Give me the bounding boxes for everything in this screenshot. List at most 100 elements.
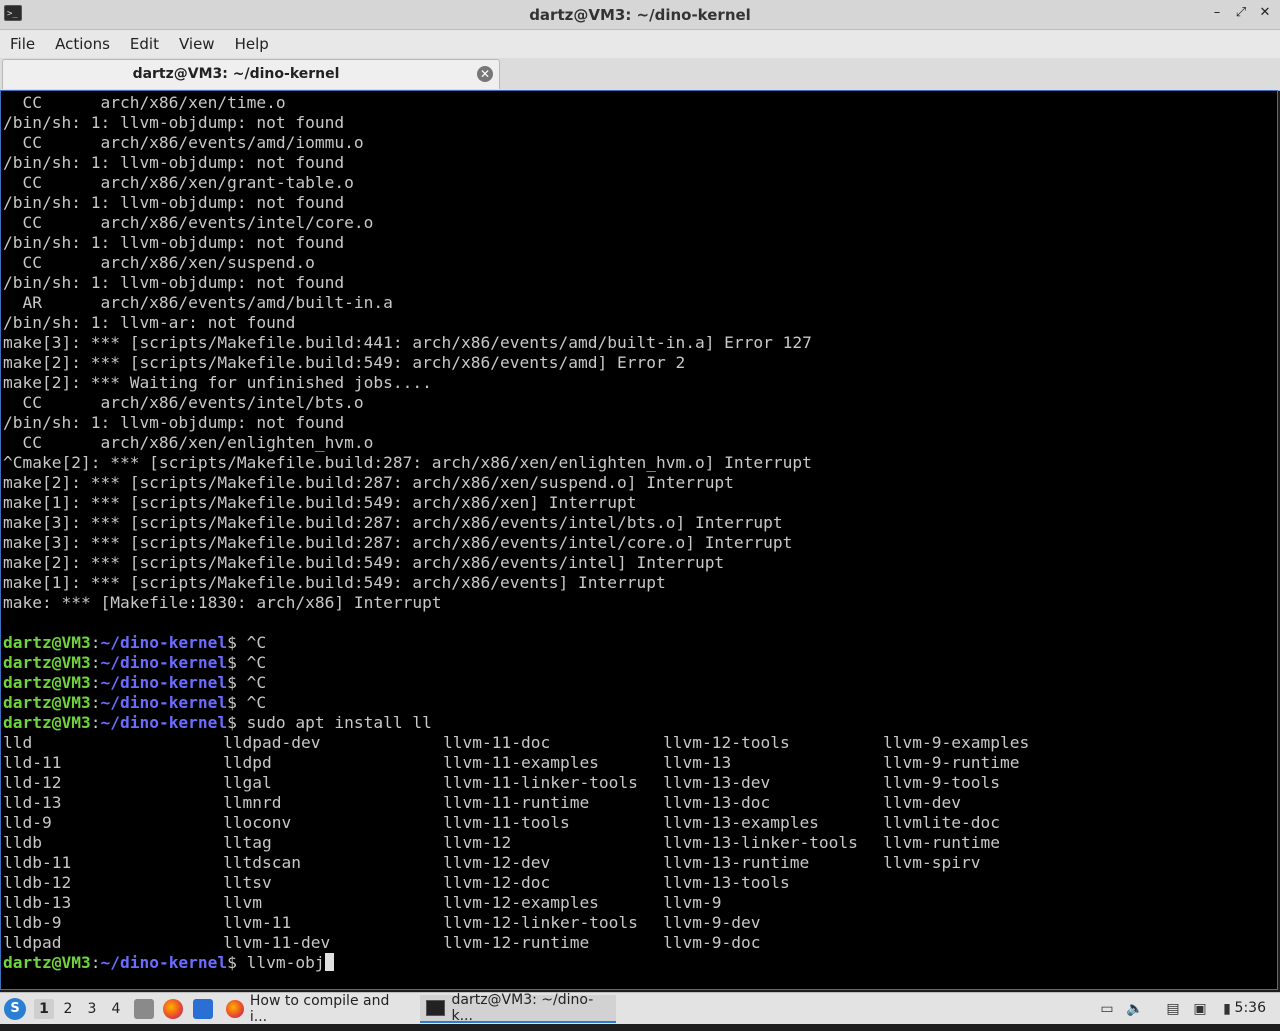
output-text: CC arch/x86/events/intel/core.o <box>3 213 374 232</box>
completion-item: lld-9 <box>3 813 52 832</box>
output-line: /bin/sh: 1: llvm-objdump: not found <box>3 273 344 293</box>
prompt-user: dartz@VM3 <box>3 693 91 712</box>
completion-item: llvm-9 <box>663 893 722 912</box>
completion-item: llvm-11-doc <box>443 733 551 752</box>
completion-item: lloconv <box>223 813 292 832</box>
close-button[interactable]: ✕ <box>1258 5 1272 21</box>
completion-item: lltsv <box>223 873 272 892</box>
output-text: CC arch/x86/events/intel/bts.o <box>3 393 364 412</box>
taskbar: S 1 2 3 4 How to compile and i... dartz@… <box>0 992 1280 1025</box>
output-line: make[2]: *** [scripts/Makefile.build:287… <box>3 473 734 493</box>
prompt-path: ~/dino-kernel <box>100 953 228 972</box>
workspace-1[interactable]: 1 <box>34 999 54 1019</box>
completion-item: llvm-9-runtime <box>883 753 1020 772</box>
file-manager-icon[interactable] <box>134 999 154 1019</box>
workspace-3[interactable]: 3 <box>82 999 102 1019</box>
clipboard-icon[interactable]: ▤ <box>1164 1000 1182 1018</box>
menu-file[interactable]: File <box>0 35 45 53</box>
command-text: ^C <box>246 673 267 692</box>
completion-item: llvm-12 <box>443 833 512 852</box>
battery-icon[interactable]: ▮ <box>1218 1000 1236 1018</box>
output-line: CC arch/x86/xen/grant-table.o <box>3 173 354 193</box>
completion-item: lldb <box>3 833 42 852</box>
output-line: make[2]: *** [scripts/Makefile.build:549… <box>3 553 724 573</box>
completion-item: lld-13 <box>3 793 62 812</box>
prompt-user: dartz@VM3 <box>3 673 91 692</box>
completion-item: llvm-13-linker-tools <box>663 833 858 852</box>
output-text: make[1]: *** [scripts/Makefile.build:549… <box>3 493 637 512</box>
terminal-app-icon: >_ <box>4 5 22 21</box>
output-text: /bin/sh: 1: llvm-objdump: not found <box>3 233 345 252</box>
output-text: make[3]: *** [scripts/Makefile.build:287… <box>3 513 783 532</box>
output-line: make: *** [Makefile:1830: arch/x86] Inte… <box>3 593 442 613</box>
prompt-user: dartz@VM3 <box>3 653 91 672</box>
start-menu-icon[interactable]: S <box>4 998 26 1020</box>
completion-item: lldpd <box>223 753 272 772</box>
prompt-symbol: $ <box>227 633 247 652</box>
firefox-icon[interactable] <box>163 999 183 1019</box>
monitor-icon[interactable]: ▣ <box>1191 1000 1209 1018</box>
prompt-path: ~/dino-kernel <box>100 653 228 672</box>
volume-icon[interactable]: 🔈 <box>1126 1000 1144 1018</box>
completion-item: llvm-9-dev <box>663 913 761 932</box>
menu-edit[interactable]: Edit <box>120 35 169 53</box>
completion-item: llvmlite-doc <box>883 813 1000 832</box>
menu-help[interactable]: Help <box>225 35 279 53</box>
tab-close-icon[interactable]: ✕ <box>477 66 493 82</box>
prompt-symbol: $ <box>227 953 247 972</box>
workspace-4[interactable]: 4 <box>106 999 126 1019</box>
menu-actions[interactable]: Actions <box>45 35 120 53</box>
task-label: dartz@VM3: ~/dino-k... <box>451 992 594 1024</box>
maximize-button[interactable]: ⤢ <box>1234 5 1248 21</box>
prompt-line: dartz@VM3:~/dino-kernel$ ^C <box>3 633 266 653</box>
prompt-separator: : <box>90 653 101 672</box>
completion-item: llvm-11 <box>223 913 292 932</box>
completion-item: llvm-12-doc <box>443 873 551 892</box>
tab-terminal[interactable]: dartz@VM3: ~/dino-kernel ✕ <box>2 59 500 89</box>
terminal-output[interactable]: CC arch/x86/xen/time.o/bin/sh: 1: llvm-o… <box>0 90 1278 990</box>
output-text: CC arch/x86/xen/grant-table.o <box>3 173 354 192</box>
completion-item: lldpad-dev <box>223 733 321 752</box>
command-text: ^C <box>246 633 267 652</box>
completion-item: lltag <box>223 833 272 852</box>
workspace-2[interactable]: 2 <box>58 999 78 1019</box>
clock[interactable]: 5:36 <box>1235 1000 1266 1031</box>
prompt-line: dartz@VM3:~/dino-kernel$ ^C <box>3 673 266 693</box>
task-firefox[interactable]: How to compile and i... <box>220 993 416 1025</box>
prompt-user: dartz@VM3 <box>3 713 91 732</box>
minimize-button[interactable]: – <box>1210 5 1224 21</box>
output-text: CC arch/x86/xen/time.o <box>3 93 286 112</box>
prompt-line-current: dartz@VM3:~/dino-kernel$ llvm-obj <box>3 953 334 973</box>
completion-item: lltdscan <box>223 853 301 872</box>
prompt-user: dartz@VM3 <box>3 633 91 652</box>
completion-item: lldb-13 <box>3 893 72 912</box>
output-line: /bin/sh: 1: llvm-objdump: not found <box>3 193 344 213</box>
prompt-separator: : <box>90 633 101 652</box>
output-text: make[2]: *** [scripts/Makefile.build:287… <box>3 473 734 492</box>
output-text: ^Cmake[2]: *** [scripts/Makefile.build:2… <box>3 453 812 472</box>
output-text: /bin/sh: 1: llvm-objdump: not found <box>3 113 345 132</box>
menu-view[interactable]: View <box>169 35 225 53</box>
show-desktop-icon[interactable] <box>193 999 213 1019</box>
output-line: CC arch/x86/xen/enlighten_hvm.o <box>3 433 373 453</box>
disk-icon[interactable]: ▭ <box>1098 1000 1116 1018</box>
output-line: make[1]: *** [scripts/Makefile.build:549… <box>3 493 636 513</box>
tab-bar: dartz@VM3: ~/dino-kernel ✕ <box>0 58 1280 91</box>
command-input: llvm-obj <box>246 953 325 972</box>
completion-item: llvm-spirv <box>883 853 981 872</box>
window-controls: – ⤢ ✕ <box>1210 5 1272 21</box>
task-terminal[interactable]: dartz@VM3: ~/dino-k... <box>420 992 616 1024</box>
prompt-path: ~/dino-kernel <box>100 713 228 732</box>
completion-item: llmnrd <box>223 793 282 812</box>
tab-label: dartz@VM3: ~/dino-kernel <box>132 66 340 82</box>
prompt-separator: : <box>90 713 101 732</box>
output-text: make[3]: *** [scripts/Makefile.build:287… <box>3 533 793 552</box>
output-line: CC arch/x86/events/amd/iommu.o <box>3 133 363 153</box>
prompt-user: dartz@VM3 <box>3 953 91 972</box>
completion-item: llvm-13-doc <box>663 793 771 812</box>
output-line: CC arch/x86/events/intel/bts.o <box>3 393 364 413</box>
completion-item: llvm-9-tools <box>883 773 1000 792</box>
title-bar: >_ dartz@VM3: ~/dino-kernel – ⤢ ✕ <box>0 0 1280 30</box>
completion-item: lld <box>3 733 33 752</box>
firefox-icon <box>226 1000 244 1018</box>
